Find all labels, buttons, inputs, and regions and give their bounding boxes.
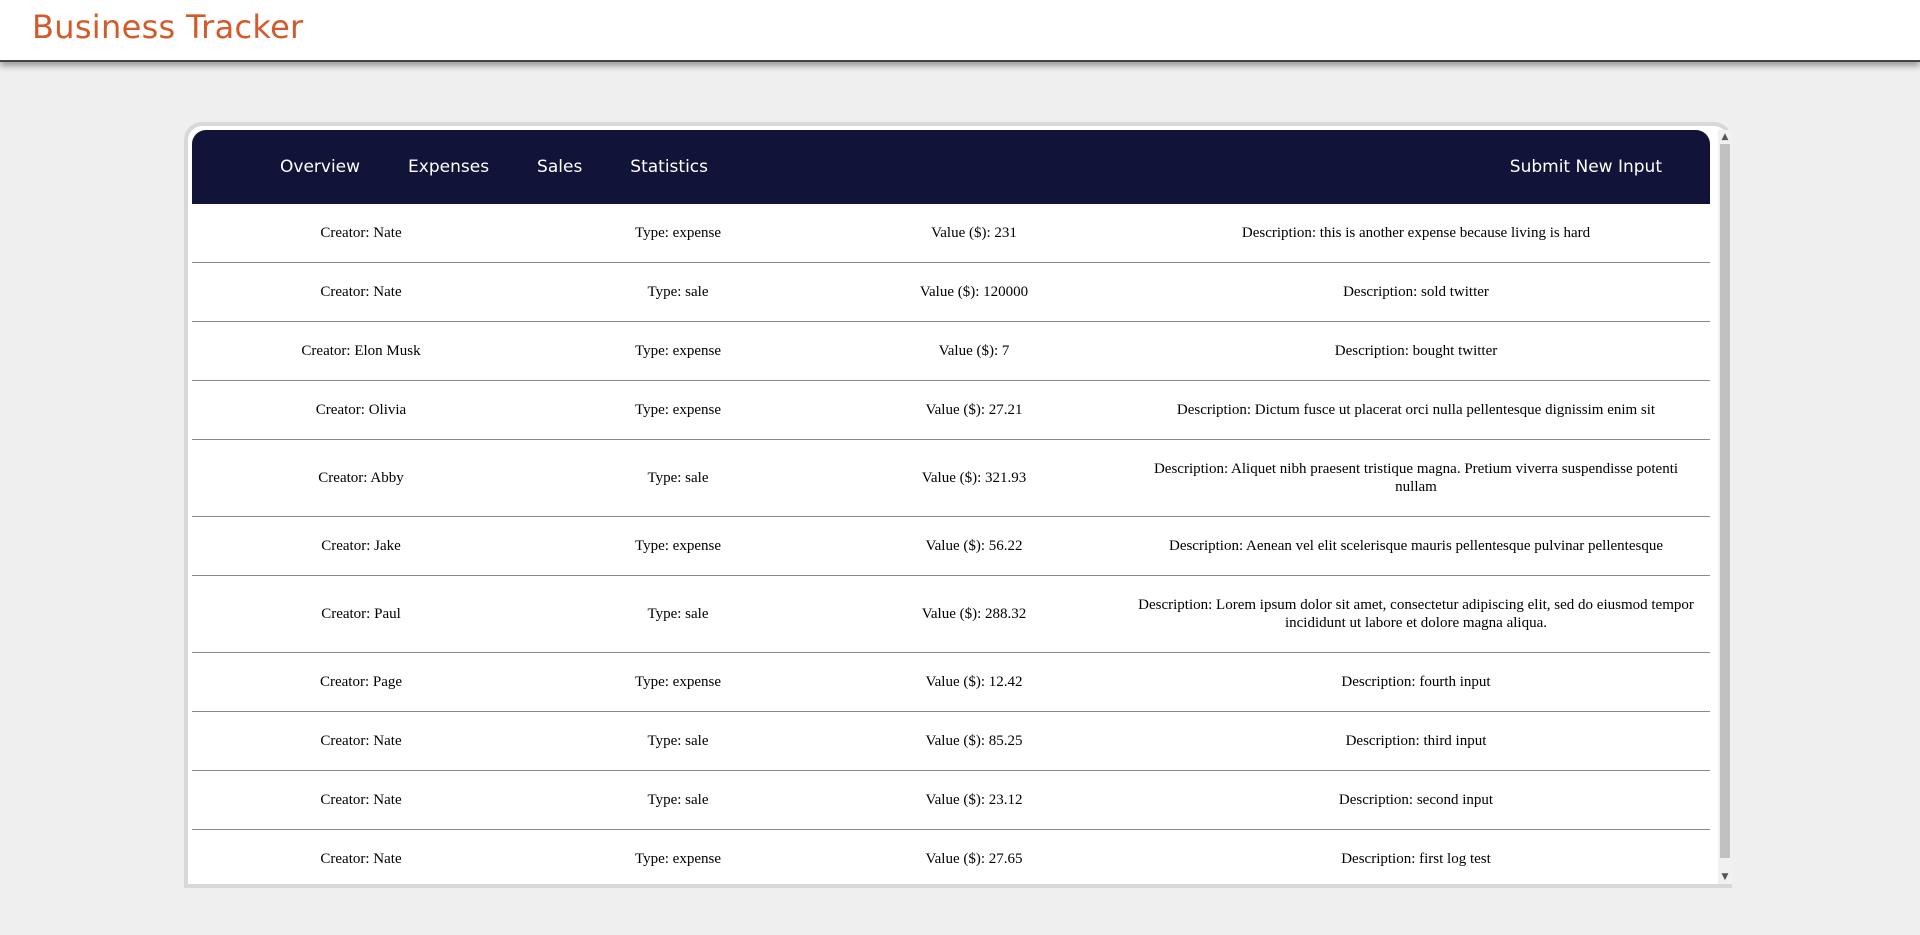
entry-creator: Creator: Abby (318, 469, 404, 486)
nav-bar: Overview Expenses Sales Statistics Submi… (192, 130, 1710, 204)
app-title: Business Tracker (32, 8, 304, 46)
entry-description: Description: sold twitter (1343, 284, 1489, 300)
list-item: Creator: Nate Type: sale Value ($): 23.1… (192, 771, 1710, 830)
entry-description: Description: Lorem ipsum dolor sit amet,… (1138, 597, 1694, 631)
entry-type: Type: sale (647, 283, 709, 300)
entries-panel-inner: Overview Expenses Sales Statistics Submi… (192, 130, 1710, 884)
list-item: Creator: Olivia Type: expense Value ($):… (192, 381, 1710, 440)
entry-value: Value ($): 85.25 (925, 732, 1023, 749)
entry-value: Value ($): 56.22 (925, 537, 1023, 554)
entry-description: Description: third input (1345, 733, 1487, 749)
entry-creator: Creator: Nate (320, 850, 402, 867)
entry-type: Type: expense (634, 401, 721, 418)
entry-type: Type: expense (634, 673, 721, 690)
entry-type: Type: expense (634, 342, 721, 359)
top-header: Business Tracker (0, 0, 1920, 62)
entry-description: Description: second input (1338, 792, 1494, 808)
list-item: Creator: Abby Type: sale Value ($): 321.… (192, 440, 1710, 517)
entry-value: Value ($): 12.42 (925, 673, 1023, 690)
tab-overview[interactable]: Overview (280, 157, 360, 177)
entry-value: Value ($): 27.65 (925, 850, 1023, 867)
entry-value: Value ($): 321.93 (921, 469, 1027, 486)
vertical-scrollbar[interactable]: ▲ ▼ (1718, 130, 1732, 884)
entry-description: Description: first log test (1341, 851, 1491, 867)
list-item: Creator: Nate Type: sale Value ($): 1200… (192, 263, 1710, 322)
tab-sales[interactable]: Sales (537, 157, 582, 177)
list-item: Creator: Nate Type: sale Value ($): 85.2… (192, 712, 1710, 771)
entries-list: Creator: Nate Type: expense Value ($): 2… (192, 204, 1710, 884)
entry-value: Value ($): 231 (931, 224, 1017, 241)
entry-type: Type: sale (647, 791, 709, 808)
entry-creator: Creator: Elon Musk (301, 342, 421, 359)
entry-value: Value ($): 120000 (919, 283, 1029, 300)
entry-creator: Creator: Nate (320, 283, 402, 300)
entry-description: Description: fourth input (1341, 674, 1491, 690)
entry-description: Description: Aenean vel elit scelerisque… (1168, 538, 1663, 554)
entry-description: Description: Aliquet nibh praesent trist… (1153, 461, 1679, 495)
scroll-down-arrow-icon[interactable]: ▼ (1718, 870, 1732, 884)
list-item: Creator: Nate Type: expense Value ($): 2… (192, 204, 1710, 263)
entry-type: Type: expense (634, 224, 721, 241)
entry-value: Value ($): 27.21 (925, 401, 1023, 418)
entry-value: Value ($): 288.32 (921, 605, 1027, 622)
entry-type: Type: expense (634, 850, 721, 867)
tab-statistics[interactable]: Statistics (630, 157, 708, 177)
entry-creator: Creator: Nate (320, 732, 402, 749)
entry-creator: Creator: Jake (321, 537, 401, 554)
list-item: Creator: Jake Type: expense Value ($): 5… (192, 517, 1710, 576)
entry-value: Value ($): 23.12 (925, 791, 1023, 808)
submit-new-input-button[interactable]: Submit New Input (1510, 130, 1662, 204)
scroll-up-arrow-icon[interactable]: ▲ (1718, 130, 1732, 144)
scrollbar-thumb[interactable] (1720, 144, 1730, 858)
list-item: Creator: Page Type: expense Value ($): 1… (192, 653, 1710, 712)
entry-creator: Creator: Nate (320, 224, 402, 241)
entry-creator: Creator: Olivia (315, 401, 407, 418)
entries-panel: Overview Expenses Sales Statistics Submi… (188, 126, 1728, 884)
entry-creator: Creator: Nate (320, 791, 402, 808)
list-item: Creator: Nate Type: expense Value ($): 2… (192, 830, 1710, 884)
list-item: Creator: Elon Musk Type: expense Value (… (192, 322, 1710, 381)
entry-description: Description: this is another expense bec… (1241, 225, 1591, 241)
entry-type: Type: expense (634, 537, 721, 554)
entry-creator: Creator: Paul (321, 605, 401, 622)
entry-description: Description: Dictum fusce ut placerat or… (1176, 402, 1656, 418)
entry-value: Value ($): 7 (938, 342, 1010, 359)
entry-description: Description: bought twitter (1334, 343, 1498, 359)
nav-tabs: Overview Expenses Sales Statistics (280, 130, 756, 204)
entry-creator: Creator: Page (319, 673, 403, 690)
tab-expenses[interactable]: Expenses (408, 157, 489, 177)
list-item: Creator: Paul Type: sale Value ($): 288.… (192, 576, 1710, 653)
entry-type: Type: sale (647, 605, 709, 622)
entry-type: Type: sale (647, 732, 709, 749)
entry-type: Type: sale (647, 469, 709, 486)
